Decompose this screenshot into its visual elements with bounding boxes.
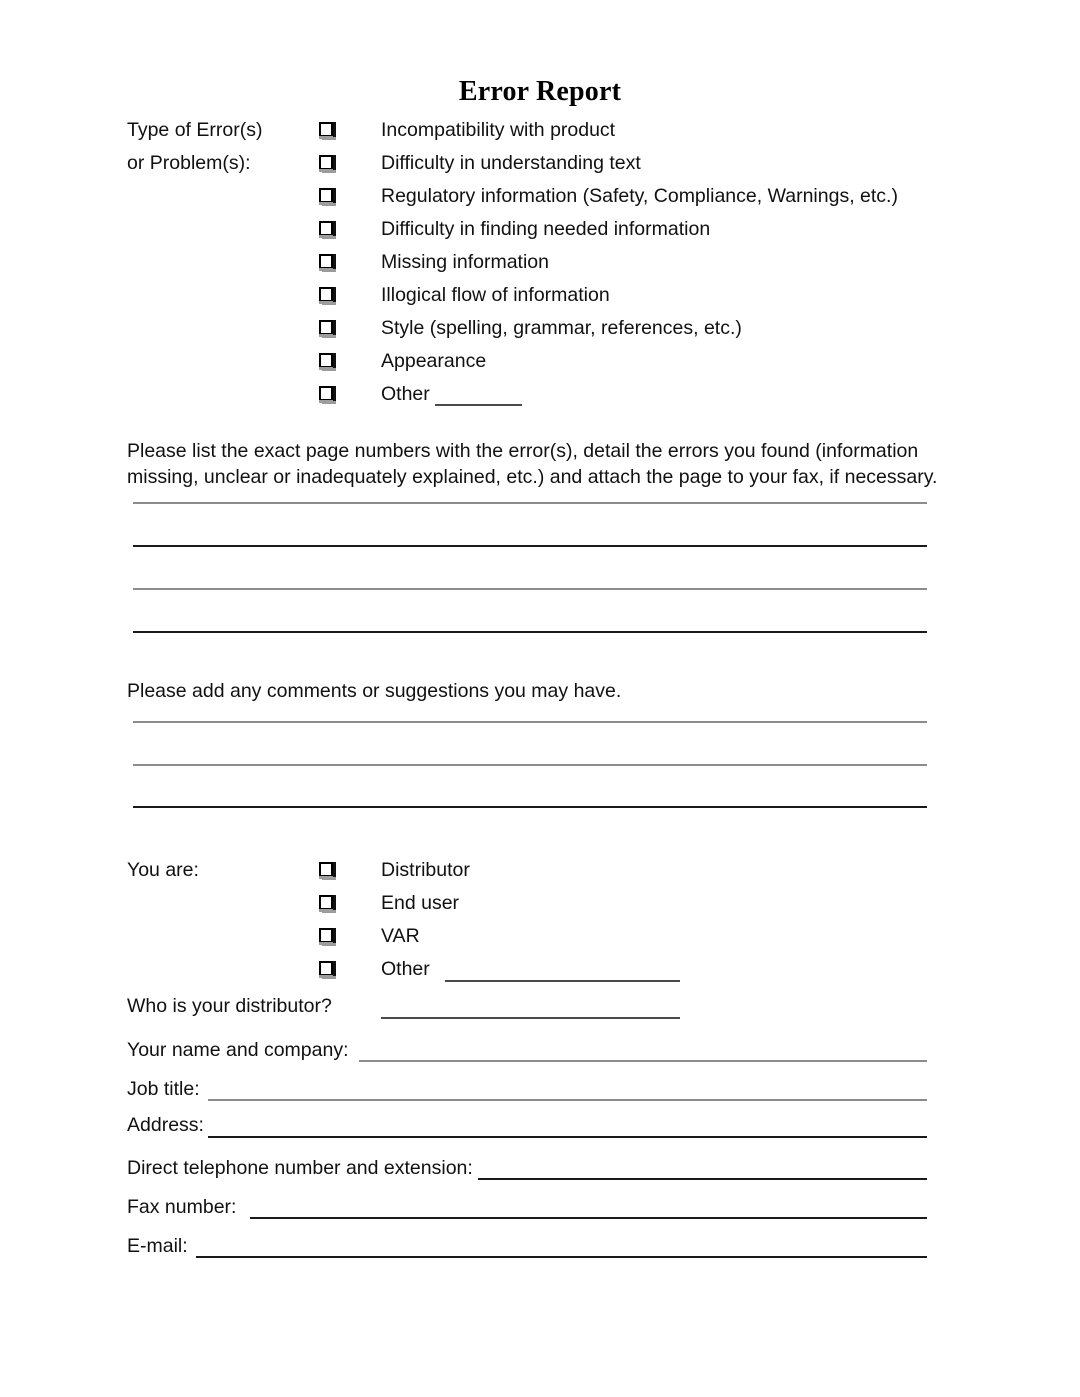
checkbox-regulatory-information[interactable] [318, 187, 336, 205]
instructions-comments: Please add any comments or suggestions y… [127, 680, 622, 702]
field-label-address: Address: [127, 1114, 204, 1136]
checkbox-incompatibility-with-product[interactable] [318, 121, 336, 139]
checkbox-label-style: Style (spelling, grammar, references, et… [381, 317, 742, 339]
field-input-email[interactable] [196, 1256, 927, 1258]
other-role-input-line[interactable] [445, 980, 680, 982]
field-input-name-company[interactable] [359, 1060, 927, 1062]
checkbox-difficulty-finding-information[interactable] [318, 220, 336, 238]
checkbox-label-illogical-flow: Illogical flow of information [381, 284, 610, 306]
field-label-email: E-mail: [127, 1235, 188, 1257]
checkbox-label-other-role: Other [381, 958, 430, 980]
error-detail-line-1[interactable] [133, 502, 927, 504]
checkbox-label-regulatory-information: Regulatory information (Safety, Complian… [381, 185, 898, 207]
checkbox-label-var: VAR [381, 925, 420, 947]
checkbox-label-difficulty-understanding-text: Difficulty in understanding text [381, 152, 641, 174]
checkbox-label-difficulty-finding-information: Difficulty in finding needed information [381, 218, 711, 240]
checkbox-appearance[interactable] [318, 352, 336, 370]
checkbox-other-role[interactable] [318, 960, 336, 978]
error-section-label-line2: or Problem(s): [127, 152, 251, 174]
comments-line-2[interactable] [133, 764, 927, 766]
checkbox-label-incompatibility-with-product: Incompatibility with product [381, 119, 616, 141]
field-label-name-company: Your name and company: [127, 1039, 349, 1061]
checkbox-label-appearance: Appearance [381, 350, 487, 372]
checkbox-difficulty-understanding-text[interactable] [318, 154, 336, 172]
role-section-label: You are: [127, 859, 199, 881]
checkbox-label-other-error: Other [381, 383, 430, 405]
checkbox-label-distributor: Distributor [381, 859, 470, 881]
error-detail-line-2[interactable] [133, 545, 927, 547]
field-input-fax[interactable] [250, 1217, 927, 1219]
field-input-job-title[interactable] [208, 1099, 927, 1101]
field-label-job-title: Job title: [127, 1078, 200, 1100]
checkbox-other-error[interactable] [318, 385, 336, 403]
field-label-fax: Fax number: [127, 1196, 237, 1218]
error-section-label-line1: Type of Error(s) [127, 119, 263, 141]
checkbox-end-user[interactable] [318, 894, 336, 912]
error-detail-line-3[interactable] [133, 588, 927, 590]
other-error-input-line[interactable] [435, 404, 522, 406]
checkbox-label-missing-information: Missing information [381, 251, 549, 273]
error-detail-line-4[interactable] [133, 631, 927, 633]
checkbox-distributor[interactable] [318, 861, 336, 879]
checkbox-missing-information[interactable] [318, 253, 336, 271]
instructions-page-numbers: Please list the exact page numbers with … [127, 440, 938, 488]
field-input-telephone[interactable] [478, 1178, 927, 1180]
comments-line-3[interactable] [133, 806, 927, 808]
checkbox-illogical-flow[interactable] [318, 286, 336, 304]
error-report-page: Error Report Type of Error(s) or Problem… [0, 0, 1080, 1397]
comments-line-1[interactable] [133, 721, 927, 723]
distributor-input-line[interactable] [381, 1017, 680, 1019]
field-input-address[interactable] [208, 1136, 927, 1138]
page-title: Error Report [458, 76, 622, 107]
checkbox-var[interactable] [318, 927, 336, 945]
checkbox-style[interactable] [318, 319, 336, 337]
field-label-telephone: Direct telephone number and extension: [127, 1157, 473, 1179]
distributor-question-label: Who is your distributor? [127, 995, 332, 1017]
checkbox-label-end-user: End user [381, 892, 460, 914]
